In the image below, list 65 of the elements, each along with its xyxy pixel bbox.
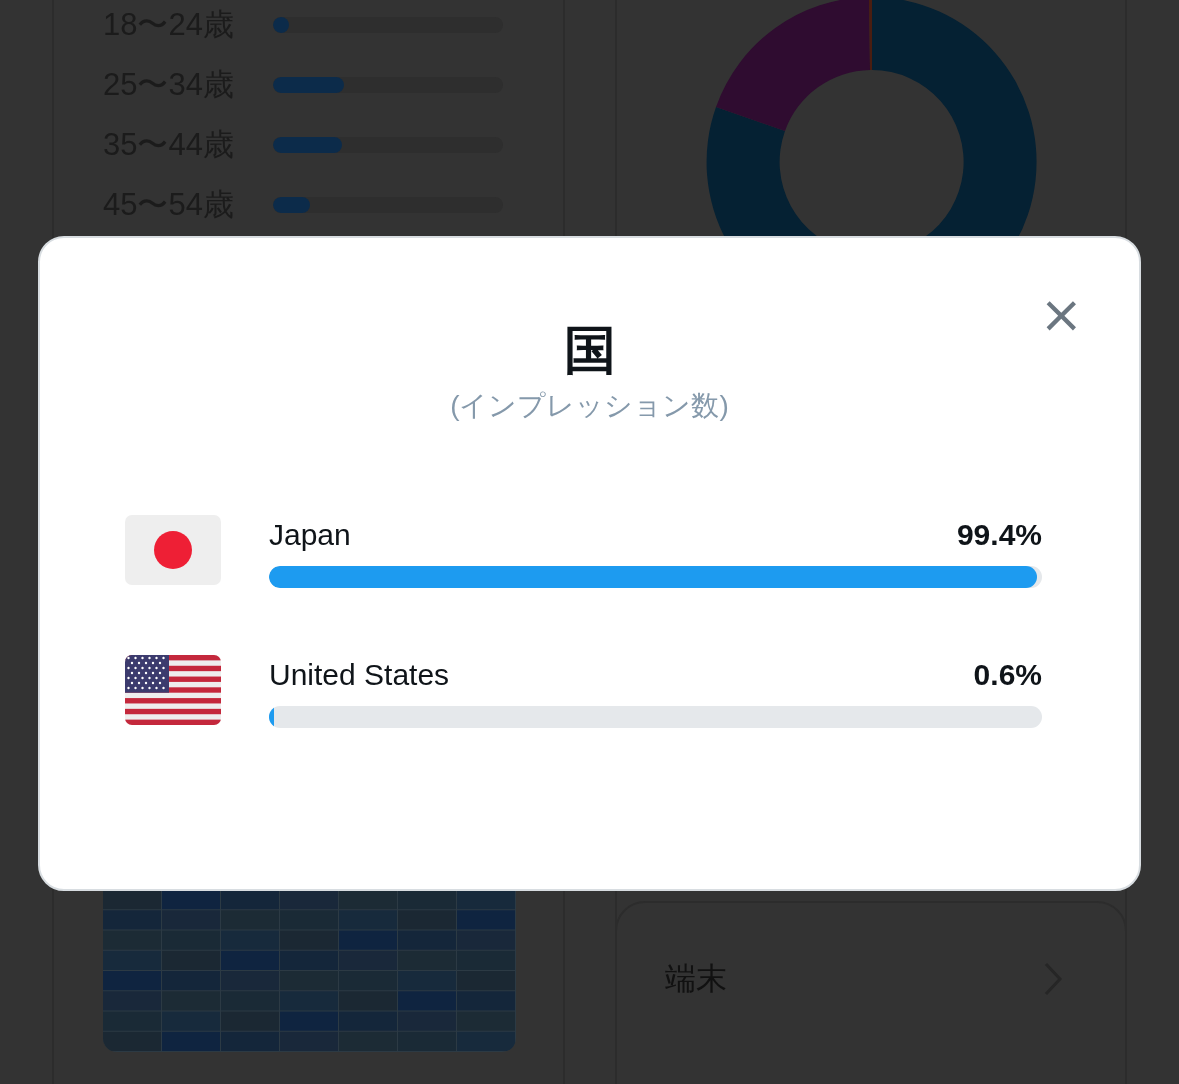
- heatmap-cell: [457, 910, 515, 930]
- heatmap-cell: [162, 910, 220, 930]
- heatmap-cell: [457, 890, 515, 910]
- heatmap-cell: [457, 971, 515, 991]
- dialog-subtitle: (インプレッション数): [449, 389, 730, 423]
- heatmap-cell: [103, 890, 161, 910]
- heatmap-cell: [280, 971, 338, 991]
- heatmap-cell: [339, 930, 397, 950]
- heatmap-cell: [398, 950, 456, 970]
- country-percent: 0.6%: [973, 658, 1042, 692]
- country-name: Japan: [269, 518, 351, 552]
- heatmap-cell: [162, 890, 220, 910]
- heatmap-cell: [103, 971, 161, 991]
- heatmap-cell: [457, 1011, 515, 1031]
- heatmap-cell: [339, 950, 397, 970]
- heatmap-cell: [103, 930, 161, 950]
- heatmap-cell: [221, 991, 279, 1011]
- heatmap-cell: [221, 1011, 279, 1031]
- heatmap-cell: [103, 991, 161, 1011]
- heatmap-cell: [398, 991, 456, 1011]
- heatmap-cell: [398, 910, 456, 930]
- heatmap-cell: [398, 890, 456, 910]
- dialog-title: 国: [562, 320, 617, 380]
- country-name: United States: [269, 658, 450, 692]
- heatmap-cell: [457, 1031, 515, 1051]
- flag-icon: [125, 515, 221, 585]
- country-percent: 99.4%: [956, 518, 1042, 552]
- heatmap-cell: [280, 1031, 338, 1051]
- heatmap-cell: [103, 910, 161, 930]
- heatmap-cell: [103, 1031, 161, 1051]
- heatmap-cell: [221, 950, 279, 970]
- heatmap-cell: [280, 930, 338, 950]
- heatmap-cell: [221, 1031, 279, 1051]
- heatmap-cell: [221, 971, 279, 991]
- heatmap-cell: [457, 930, 515, 950]
- heatmap-cell: [280, 890, 338, 910]
- heatmap-cell: [162, 1031, 220, 1051]
- flag-icon: [125, 655, 221, 725]
- heatmap-cell: [339, 971, 397, 991]
- heatmap-cell: [162, 1011, 220, 1031]
- heatmap-cell: [339, 910, 397, 930]
- close-button[interactable]: ×: [1039, 294, 1083, 334]
- heatmap-cell: [398, 971, 456, 991]
- heatmap-cell: [457, 991, 515, 1011]
- heatmap-cell: [221, 910, 279, 930]
- heatmap-cell: [339, 1031, 397, 1051]
- heatmap-cell: [398, 1011, 456, 1031]
- heatmap-cell: [162, 950, 220, 970]
- heatmap-cell: [339, 1011, 397, 1031]
- heatmap-cell: [280, 950, 338, 970]
- heatmap-cell: [280, 910, 338, 930]
- heatmap-cell: [221, 930, 279, 950]
- heatmap-cell: [162, 971, 220, 991]
- heatmap-cell: [398, 1031, 456, 1051]
- heatmap-cell: [162, 991, 220, 1011]
- heatmap-cell: [457, 950, 515, 970]
- heatmap-cell: [339, 890, 397, 910]
- heatmap-cell: [103, 950, 161, 970]
- heatmap-cell: [339, 991, 397, 1011]
- heatmap-cell: [280, 991, 338, 1011]
- heatmap-cell: [398, 930, 456, 950]
- heatmap-cell: [221, 890, 279, 910]
- heatmap-cell: [280, 1011, 338, 1031]
- heatmap-cell: [162, 930, 220, 950]
- heatmap-cell: [103, 1011, 161, 1031]
